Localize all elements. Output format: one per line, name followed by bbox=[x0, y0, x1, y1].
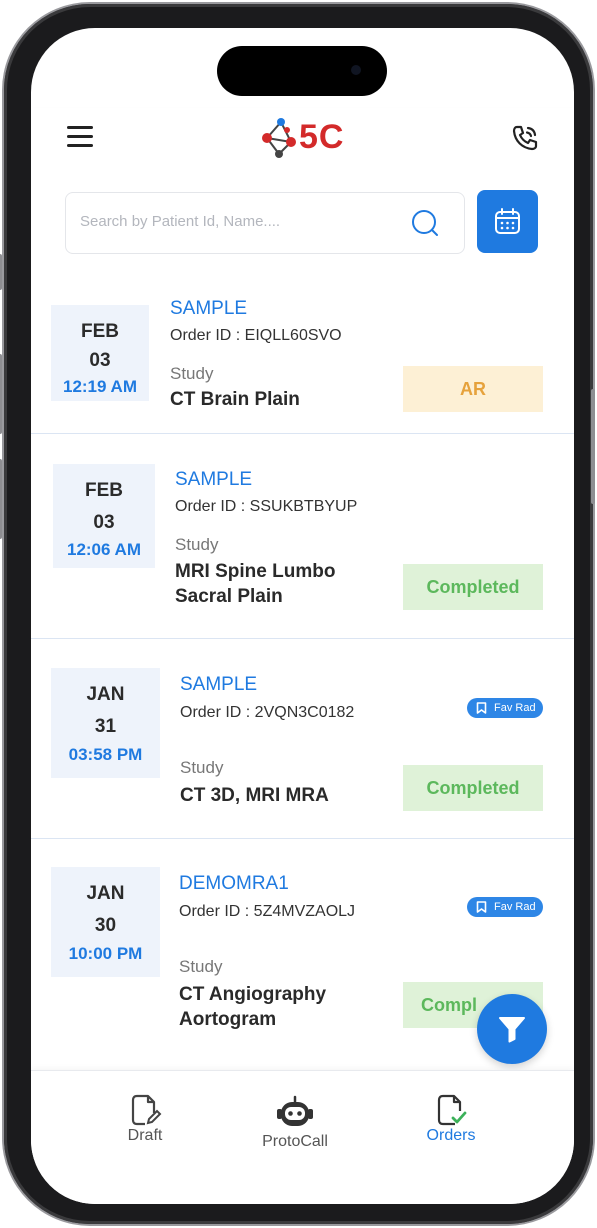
calendar-button[interactable] bbox=[477, 190, 538, 253]
order-id: Order ID : SSUKBTBYUP bbox=[175, 498, 358, 515]
patient-name[interactable]: SAMPLE bbox=[175, 469, 252, 491]
calendar-icon bbox=[495, 208, 520, 234]
nav-orders[interactable]: Orders bbox=[401, 1093, 501, 1145]
order-time: 10:00 PM bbox=[68, 944, 143, 963]
logo-text: 5C bbox=[299, 118, 345, 156]
order-day: 03 bbox=[89, 350, 111, 371]
study-line: CT Brain Plain bbox=[170, 389, 300, 410]
orders-content: Search by Patient Id, Name.... FEB 03 12… bbox=[31, 170, 574, 1070]
phone-call-icon[interactable] bbox=[509, 122, 541, 154]
orders-icon bbox=[437, 1094, 467, 1126]
bottom-nav: Draft ProtoCall Orders bbox=[31, 1070, 574, 1204]
patient-name[interactable]: SAMPLE bbox=[180, 674, 257, 696]
study-name: CT Angiography Aortogram bbox=[179, 982, 399, 1032]
status-badge: Completed bbox=[403, 765, 543, 811]
molecule-logo-icon bbox=[262, 118, 296, 158]
filter-button[interactable] bbox=[477, 994, 547, 1064]
nav-draft-label: Draft bbox=[127, 1127, 163, 1144]
order-date-box: FEB 03 12:06 AM bbox=[53, 464, 155, 568]
study-label: Study bbox=[170, 364, 214, 383]
volume-up-button bbox=[0, 354, 2, 434]
study-line: Sacral Plain bbox=[175, 586, 283, 607]
study-line: CT Angiography bbox=[179, 984, 327, 1005]
status-badge: AR bbox=[403, 366, 543, 412]
study-line: MRI Spine Lumbo bbox=[175, 561, 336, 582]
study-line: CT 3D, MRI MRA bbox=[180, 785, 329, 806]
phone-frame: 5C Search by Patient Id, Name.... FEB 03… bbox=[0, 4, 595, 1224]
order-day: 30 bbox=[94, 915, 117, 936]
volume-down-button bbox=[0, 459, 2, 539]
patient-name[interactable]: SAMPLE bbox=[170, 298, 247, 320]
order-time: 03:58 PM bbox=[68, 745, 143, 764]
nav-draft[interactable]: Draft bbox=[95, 1093, 195, 1145]
bookmark-icon bbox=[476, 702, 487, 714]
order-id: Order ID : 2VQN3C0182 bbox=[180, 704, 355, 721]
status-badge: Completed bbox=[403, 564, 543, 610]
study-label: Study bbox=[180, 758, 224, 777]
order-date-box: JAN 31 03:58 PM bbox=[51, 668, 160, 778]
patient-name[interactable]: DEMOMRA1 bbox=[179, 873, 289, 895]
study-line: Aortogram bbox=[179, 1009, 277, 1030]
power-button bbox=[591, 389, 595, 504]
order-month: JAN bbox=[86, 684, 125, 705]
dynamic-island bbox=[217, 46, 387, 96]
bookmark-icon bbox=[476, 901, 487, 913]
study-name: CT 3D, MRI MRA bbox=[180, 783, 400, 808]
order-month: FEB bbox=[81, 321, 119, 342]
order-card[interactable]: FEB 03 12:19 AM SAMPLE Order ID : EIQLL6… bbox=[31, 280, 574, 434]
search-box[interactable]: Search by Patient Id, Name.... bbox=[65, 192, 465, 254]
order-day: 03 bbox=[93, 512, 115, 533]
filter-icon bbox=[499, 1017, 525, 1043]
fav-rad-label: Fav Rad bbox=[494, 901, 536, 913]
order-card[interactable]: FEB 03 12:06 AM SAMPLE Order ID : SSUKBT… bbox=[31, 434, 574, 639]
order-time: 12:19 AM bbox=[62, 377, 137, 396]
nav-protocall-label: ProtoCall bbox=[262, 1133, 328, 1150]
front-camera bbox=[351, 65, 361, 75]
robot-icon bbox=[277, 1095, 313, 1126]
hamburger-menu-icon[interactable] bbox=[67, 126, 93, 148]
study-label: Study bbox=[179, 957, 223, 976]
study-label: Study bbox=[175, 535, 219, 554]
order-date-box: JAN 30 10:00 PM bbox=[51, 867, 160, 977]
app-screen: 5C Search by Patient Id, Name.... FEB 03… bbox=[31, 28, 574, 1204]
nav-protocall[interactable]: ProtoCall bbox=[245, 1095, 345, 1151]
order-month: FEB bbox=[85, 480, 123, 501]
order-card[interactable]: JAN 31 03:58 PM SAMPLE Order ID : 2VQN3C… bbox=[31, 639, 574, 839]
order-day: 31 bbox=[94, 716, 117, 737]
search-icon[interactable] bbox=[410, 208, 440, 238]
order-id: Order ID : EIQLL60SVO bbox=[170, 327, 342, 344]
order-time: 12:06 AM bbox=[66, 540, 141, 559]
order-date-box: FEB 03 12:19 AM bbox=[51, 305, 149, 401]
fav-rad-label: Fav Rad bbox=[494, 702, 536, 714]
study-name: MRI Spine Lumbo Sacral Plain bbox=[175, 559, 395, 609]
search-input[interactable]: Search by Patient Id, Name.... bbox=[80, 213, 280, 230]
mute-switch bbox=[0, 254, 2, 290]
order-id: Order ID : 5Z4MVZAOLJ bbox=[179, 903, 356, 920]
app-header: 5C bbox=[31, 108, 574, 170]
draft-icon bbox=[131, 1094, 162, 1126]
fav-rad-badge: Fav Rad bbox=[467, 698, 543, 718]
study-name: CT Brain Plain bbox=[170, 387, 390, 412]
fav-rad-badge: Fav Rad bbox=[467, 897, 543, 917]
nav-orders-label: Orders bbox=[426, 1127, 476, 1144]
order-month: JAN bbox=[86, 883, 125, 904]
app-logo: 5C bbox=[259, 114, 359, 164]
